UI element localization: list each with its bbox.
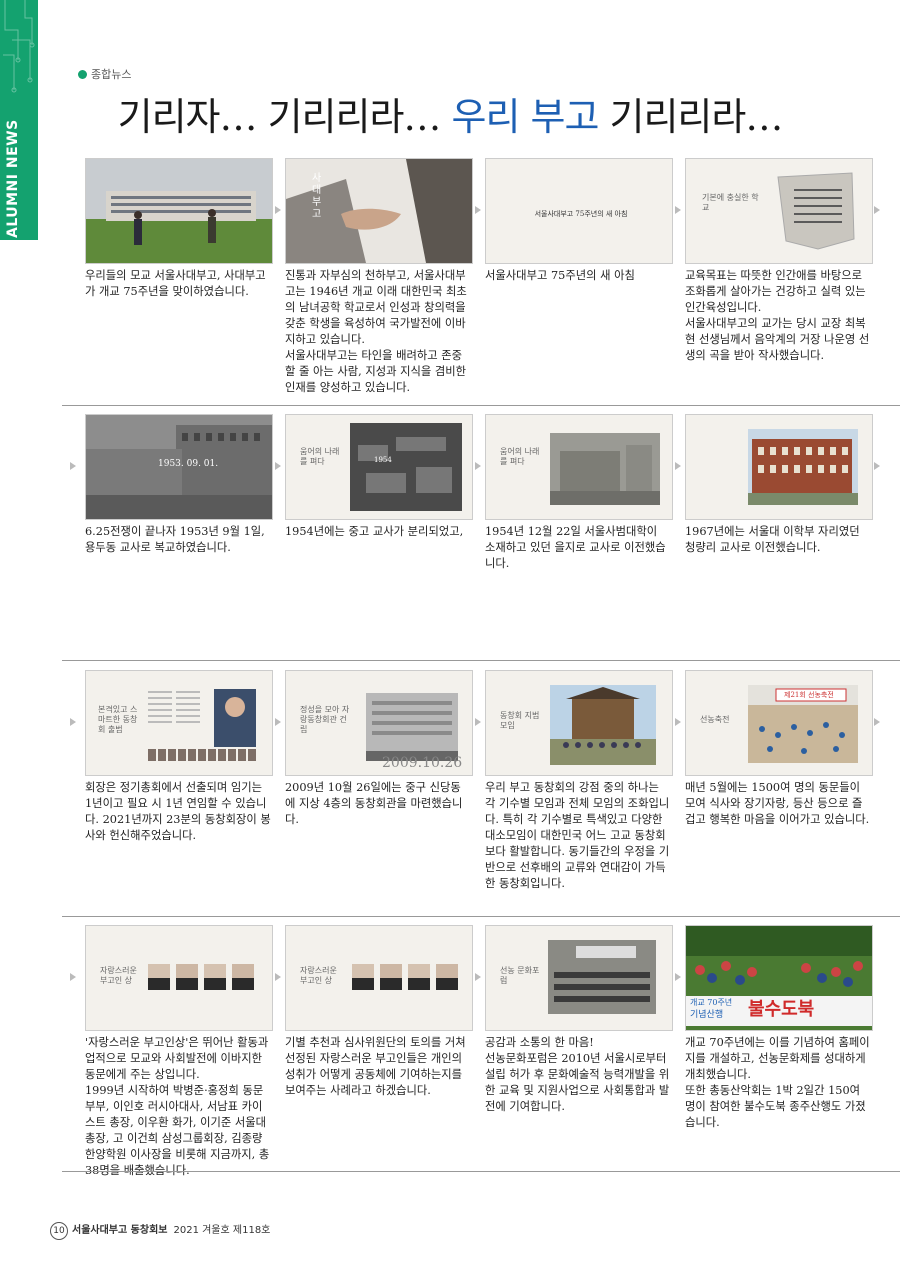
photo-hiking-group: 개교 70주년 기념산행 불수도북 (685, 925, 873, 1031)
page-title: 기리자… 기리리라… 우리 부고 기리리라… (0, 86, 900, 141)
circuit-pattern-icon (3, 0, 35, 93)
slide-handshake: 사 대 부 고 (285, 158, 473, 264)
slide-alumni-hall: 정성을 모아 자랑동창회관 건립 2009.10.26 (285, 670, 473, 776)
caption: 매년 5월에는 1500여 명의 동문들이 모여 식사와 장기자랑, 등산 등으… (685, 781, 870, 826)
title-accent: 우리 부고 (451, 95, 600, 139)
slide-alumni-presidents: 본격있고 스마트한 동창회 출범 (85, 670, 273, 776)
next-arrow-icon (475, 718, 481, 726)
slide-label: 동창회 지범모임 (500, 711, 540, 730)
next-arrow-icon (874, 718, 880, 726)
caption: 1954년 12월 22일 서울사범대학이 소재하고 있던 을지로 교사로 이전… (485, 525, 666, 570)
caption: 6.25전쟁이 끝나자 1953년 9월 1일, 용두동 교사로 복교하였습니다… (85, 525, 265, 554)
next-arrow-icon (675, 973, 681, 981)
prev-arrow-icon (70, 462, 76, 470)
caption: 개교 70주년에는 이를 기념하여 홈페이지를 개설하고, 선농문화제를 성대하… (685, 1036, 870, 1129)
prev-arrow-icon (70, 718, 76, 726)
slide-date: 1953. 09. 01. (158, 459, 219, 469)
caption: 서울사대부고 75주년의 새 아침 (485, 269, 635, 282)
slide-label: 사 대 부 고 (312, 173, 322, 220)
page-footer: 10 서울사대부고 동창회보 2021 겨울호 제118호 (50, 1221, 270, 1240)
next-arrow-icon (675, 462, 681, 470)
issue-label: 2021 겨울호 제118호 (173, 1225, 271, 1236)
slide-culture-forum: 선농 문화포럼 (485, 925, 673, 1031)
title-part2: 기리리라… (598, 95, 784, 139)
section-dot-icon (78, 70, 87, 79)
caption: 기별 추천과 심사위원단의 토의를 거쳐 선정된 자랑스러운 부고인들은 개인의… (285, 1036, 466, 1097)
title-part1: 기리자… 기리리라… (117, 95, 452, 139)
slide-school-monument: 기본에 충실한 학교 (685, 158, 873, 264)
slide-label: 본격있고 스마트한 동창회 출범 (98, 705, 138, 734)
next-arrow-icon (675, 206, 681, 214)
slide-label: 정성을 모아 자랑동창회관 건립 (300, 705, 350, 734)
slide-label: 움어의 나래를 펴다 (300, 447, 340, 466)
photo-1953-campus: 1953. 09. 01. (85, 414, 273, 520)
next-arrow-icon (275, 206, 281, 214)
slide-date: 2009.10.26 (382, 755, 463, 771)
page-number: 10 (50, 1222, 68, 1240)
next-arrow-icon (874, 462, 880, 470)
banner-bulsudobuk: 불수도북 (748, 999, 815, 1020)
next-arrow-icon (475, 462, 481, 470)
publication-name: 서울사대부고 동창회보 (72, 1225, 168, 1236)
slide-label: 자랑스러운 부고인 상 (300, 966, 337, 985)
next-arrow-icon (275, 462, 281, 470)
section-label-text: 종합뉴스 (91, 68, 132, 81)
slide-proud-alumni-2: 자랑스러운 부고인 상 (285, 925, 473, 1031)
slide-proud-alumni-1: 자랑스러운 부고인 상 (85, 925, 273, 1031)
slide-label: 선농축전 (700, 715, 730, 724)
caption: 1954년에는 중고 교사가 분리되었고, (285, 525, 464, 538)
slide-label: 서울사대부고 75주년의 새 아침 (534, 210, 628, 218)
slide-class-gathering: 동창회 지범모임 (485, 670, 673, 776)
caption: 교육목표는 따뜻한 인간애를 바탕으로 조화롭게 살아가는 건강하고 실력 있는… (685, 269, 870, 362)
next-arrow-icon (475, 973, 481, 981)
photo-school-building (85, 158, 273, 264)
next-arrow-icon (675, 718, 681, 726)
prev-arrow-icon (70, 973, 76, 981)
divider (62, 916, 900, 917)
banner-anniversary: 개교 70주년 (690, 998, 733, 1007)
slide-new-morning: 서울사대부고 75주년의 새 아침 (485, 158, 673, 264)
divider (62, 405, 900, 406)
caption: 우리 부고 동창회의 강점 중의 하나는 각 기수별 모임과 전체 모임의 조화… (485, 781, 670, 890)
divider (62, 1171, 900, 1172)
slide-label: 선농 문화포럼 (500, 966, 540, 985)
slide-label: 움어의 나래를 펴다 (500, 447, 540, 466)
festival-banner: 제21회 선농축전 (784, 691, 834, 699)
caption: 진통과 자부심의 천하부고, 서울사대부고는 1946년 개교 이래 대한민국 … (285, 269, 467, 394)
caption: 회장은 정기총회에서 선출되며 임기는 1년이고 필요 시 1년 연임할 수 있… (85, 781, 271, 842)
banner-hiking: 기념산행 (690, 1010, 724, 1020)
next-arrow-icon (275, 973, 281, 981)
slide-year: 1954 (374, 456, 392, 464)
caption: 공감과 소통의 한 마음! 선농문화포럼은 2010년 서울시로부터 설립 허가… (485, 1036, 670, 1113)
next-arrow-icon (874, 206, 880, 214)
slide-1954: 움어의 나래를 펴다 1954 (285, 414, 473, 520)
slide-label: 자랑스러운 부고인 상 (100, 966, 137, 985)
slide-label: 기본에 충실한 학교 (702, 193, 759, 212)
caption: 우리들의 모교 서울사대부고, 사대부고가 개교 75주년을 맞이하였습니다. (85, 269, 266, 298)
divider (62, 660, 900, 661)
slide-euljiro: 움어의 나래를 펴다 (485, 414, 673, 520)
next-arrow-icon (275, 718, 281, 726)
slide-seonnong-festival: 선농축전 제21회 선농축전 (685, 670, 873, 776)
section-label: 종합뉴스 (78, 66, 131, 82)
caption: '자랑스러운 부고인상'은 뛰어난 활동과 업적으로 모교와 사회발전에 이바지… (85, 1036, 270, 1177)
slide-cheongnyangni (685, 414, 873, 520)
next-arrow-icon (475, 206, 481, 214)
caption: 2009년 10월 26일에는 중구 신당동에 지상 4층의 동창회관을 마련했… (285, 781, 463, 826)
caption: 1967년에는 서울대 이학부 자리였던 청량리 교사로 이전했습니다. (685, 525, 860, 554)
